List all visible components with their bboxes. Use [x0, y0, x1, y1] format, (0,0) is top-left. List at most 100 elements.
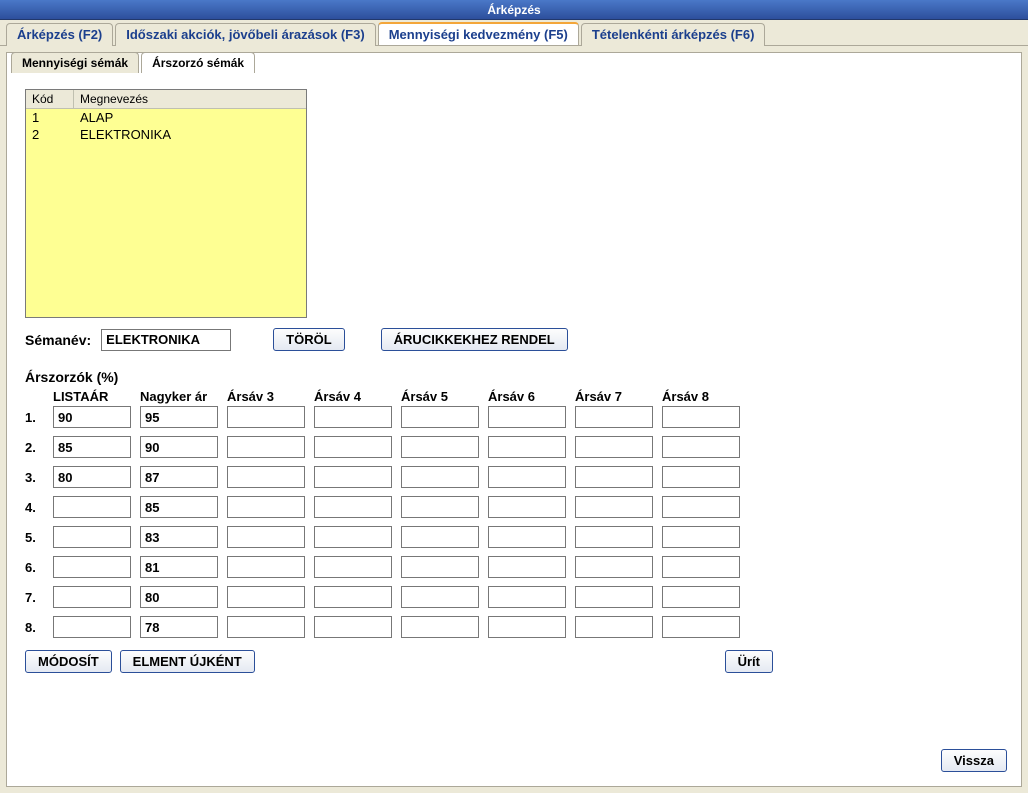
mult-input-r8-c1[interactable]	[53, 616, 131, 638]
mult-input-r1-c5[interactable]	[401, 406, 479, 428]
mult-input-r7-c8[interactable]	[662, 586, 740, 608]
mult-input-r6-c5[interactable]	[401, 556, 479, 578]
mult-input-r7-c2[interactable]	[140, 586, 218, 608]
outer-tabbar: Árképzés (F2)Időszaki akciók, jövőbeli á…	[0, 20, 1028, 46]
schema-name-input[interactable]	[101, 329, 231, 351]
mult-input-r2-c6[interactable]	[488, 436, 566, 458]
inner-tab-0[interactable]: Mennyiségi sémák	[11, 52, 139, 73]
schema-list-row[interactable]: 2ELEKTRONIKA	[26, 126, 306, 143]
mult-input-r1-c8[interactable]	[662, 406, 740, 428]
mult-input-r3-c1[interactable]	[53, 466, 131, 488]
col-header-name[interactable]: Megnevezés	[74, 90, 306, 108]
mult-input-r4-c4[interactable]	[314, 496, 392, 518]
outer-tab-3[interactable]: Tételenkénti árképzés (F6)	[581, 23, 766, 46]
mult-input-r6-c1[interactable]	[53, 556, 131, 578]
mult-input-r2-c8[interactable]	[662, 436, 740, 458]
mult-col-header-1: Nagyker ár	[140, 389, 227, 406]
save-as-button[interactable]: ELMENT ÚJKÉNT	[120, 650, 255, 673]
mult-input-r2-c2[interactable]	[140, 436, 218, 458]
mult-input-r3-c2[interactable]	[140, 466, 218, 488]
mult-input-r4-c1[interactable]	[53, 496, 131, 518]
mult-input-r4-c7[interactable]	[575, 496, 653, 518]
mult-input-r5-c8[interactable]	[662, 526, 740, 548]
mult-input-r5-c2[interactable]	[140, 526, 218, 548]
window: Árképzés Árképzés (F2)Időszaki akciók, j…	[0, 0, 1028, 793]
back-button[interactable]: Vissza	[941, 749, 1007, 772]
mult-row: 8.	[25, 616, 1003, 638]
inner-tabbar: Mennyiségi sémákÁrszorzó sémák	[11, 52, 257, 73]
mult-input-r7-c3[interactable]	[227, 586, 305, 608]
mult-input-r4-c8[interactable]	[662, 496, 740, 518]
mult-input-r4-c2[interactable]	[140, 496, 218, 518]
mult-input-r5-c4[interactable]	[314, 526, 392, 548]
mult-input-r6-c6[interactable]	[488, 556, 566, 578]
bottom-button-row: MÓDOSÍT ELMENT ÚJKÉNT Ürít	[25, 650, 1003, 673]
mult-col-header-5: Ársáv 6	[488, 389, 575, 406]
schema-list-row[interactable]: 1ALAP	[26, 109, 306, 126]
mult-input-r4-c6[interactable]	[488, 496, 566, 518]
mult-input-r8-c7[interactable]	[575, 616, 653, 638]
mult-input-r1-c2[interactable]	[140, 406, 218, 428]
mult-input-r5-c7[interactable]	[575, 526, 653, 548]
mult-input-r5-c3[interactable]	[227, 526, 305, 548]
outer-tab-0[interactable]: Árképzés (F2)	[6, 23, 113, 46]
mult-input-r7-c1[interactable]	[53, 586, 131, 608]
mult-input-r6-c3[interactable]	[227, 556, 305, 578]
mult-input-r2-c4[interactable]	[314, 436, 392, 458]
mult-input-r1-c4[interactable]	[314, 406, 392, 428]
mult-input-r8-c4[interactable]	[314, 616, 392, 638]
schema-list[interactable]: Kód Megnevezés 1ALAP2ELEKTRONIKA	[25, 89, 307, 318]
panel: Mennyiségi sémákÁrszorzó sémák Kód Megne…	[6, 52, 1022, 787]
mult-input-r8-c2[interactable]	[140, 616, 218, 638]
clear-button[interactable]: Ürít	[725, 650, 773, 673]
multipliers-table: LISTAÁRNagyker árÁrsáv 3Ársáv 4Ársáv 5Ár…	[25, 389, 1003, 638]
mult-row: 6.	[25, 556, 1003, 578]
mult-input-r4-c5[interactable]	[401, 496, 479, 518]
mult-input-r2-c3[interactable]	[227, 436, 305, 458]
mult-input-r6-c7[interactable]	[575, 556, 653, 578]
inner-tab-1[interactable]: Árszorzó sémák	[141, 52, 255, 73]
mult-input-r6-c8[interactable]	[662, 556, 740, 578]
mult-input-r1-c6[interactable]	[488, 406, 566, 428]
outer-tab-1[interactable]: Időszaki akciók, jövőbeli árazások (F3)	[115, 23, 375, 46]
modify-button[interactable]: MÓDOSÍT	[25, 650, 112, 673]
mult-input-r3-c8[interactable]	[662, 466, 740, 488]
mult-input-r1-c1[interactable]	[53, 406, 131, 428]
mult-row-number: 8.	[25, 620, 53, 635]
mult-input-r5-c5[interactable]	[401, 526, 479, 548]
window-title: Árképzés	[0, 0, 1028, 20]
mult-input-r7-c7[interactable]	[575, 586, 653, 608]
mult-input-r8-c5[interactable]	[401, 616, 479, 638]
delete-button[interactable]: TÖRÖL	[273, 328, 345, 351]
mult-row-number: 5.	[25, 530, 53, 545]
schema-row-code: 1	[26, 109, 74, 126]
mult-input-r7-c6[interactable]	[488, 586, 566, 608]
mult-input-r6-c2[interactable]	[140, 556, 218, 578]
mult-input-r8-c8[interactable]	[662, 616, 740, 638]
mult-input-r1-c3[interactable]	[227, 406, 305, 428]
mult-row: 2.	[25, 436, 1003, 458]
mult-input-r3-c4[interactable]	[314, 466, 392, 488]
mult-input-r2-c7[interactable]	[575, 436, 653, 458]
mult-input-r7-c5[interactable]	[401, 586, 479, 608]
mult-input-r1-c7[interactable]	[575, 406, 653, 428]
mult-input-r5-c6[interactable]	[488, 526, 566, 548]
assign-button[interactable]: ÁRUCIKKEKHEZ RENDEL	[381, 328, 568, 351]
mult-input-r3-c7[interactable]	[575, 466, 653, 488]
mult-row: 1.	[25, 406, 1003, 428]
mult-input-r8-c6[interactable]	[488, 616, 566, 638]
mult-input-r4-c3[interactable]	[227, 496, 305, 518]
mult-input-r8-c3[interactable]	[227, 616, 305, 638]
outer-tab-2[interactable]: Mennyiségi kedvezmény (F5)	[378, 22, 579, 45]
mult-input-r3-c6[interactable]	[488, 466, 566, 488]
mult-input-r7-c4[interactable]	[314, 586, 392, 608]
mult-input-r2-c5[interactable]	[401, 436, 479, 458]
col-header-code[interactable]: Kód	[26, 90, 74, 108]
mult-row-number: 2.	[25, 440, 53, 455]
mult-input-r3-c3[interactable]	[227, 466, 305, 488]
mult-input-r5-c1[interactable]	[53, 526, 131, 548]
mult-input-r3-c5[interactable]	[401, 466, 479, 488]
mult-row: 5.	[25, 526, 1003, 548]
mult-input-r6-c4[interactable]	[314, 556, 392, 578]
mult-input-r2-c1[interactable]	[53, 436, 131, 458]
